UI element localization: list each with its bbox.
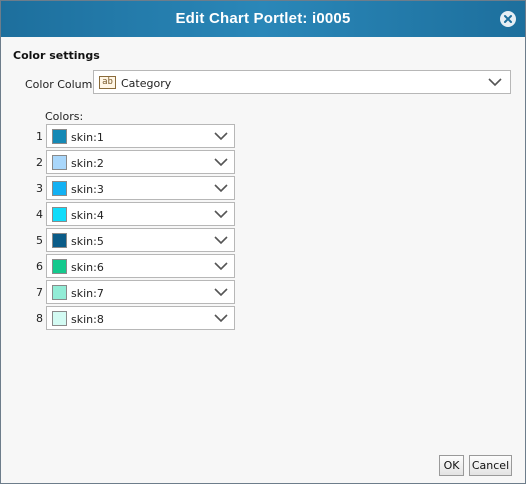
colors-label: Colors:: [45, 110, 84, 123]
edit-chart-portlet-dialog: Edit Chart Portlet: i0005 Color settings…: [0, 0, 526, 484]
ok-button[interactable]: OK: [439, 455, 464, 476]
color-value: skin:7: [71, 287, 104, 300]
color-row-index: 6: [36, 260, 43, 273]
color-row-index: 2: [36, 156, 43, 169]
color-swatch: [52, 233, 67, 248]
color-row: 5 skin:5: [1, 227, 241, 253]
color-column-label: Color Column:: [25, 78, 104, 91]
color-select[interactable]: skin:6: [46, 254, 235, 278]
dialog-title: Edit Chart Portlet: i0005: [175, 10, 351, 27]
color-swatch: [52, 285, 67, 300]
color-row: 1 skin:1: [1, 123, 241, 149]
color-row-index: 4: [36, 208, 43, 221]
chevron-down-icon: [214, 262, 228, 271]
color-column-select[interactable]: ab Category: [93, 70, 511, 94]
color-value: skin:4: [71, 209, 104, 222]
color-value: skin:8: [71, 313, 104, 326]
color-select[interactable]: skin:5: [46, 228, 235, 252]
chevron-down-icon: [214, 184, 228, 193]
color-row-index: 5: [36, 234, 43, 247]
color-value: skin:5: [71, 235, 104, 248]
chevron-down-icon: [214, 210, 228, 219]
cancel-button[interactable]: Cancel: [469, 455, 512, 476]
chevron-down-icon: [214, 132, 228, 141]
color-swatch: [52, 311, 67, 326]
color-row-index: 3: [36, 182, 43, 195]
chevron-down-icon: [214, 288, 228, 297]
color-row-index: 8: [36, 312, 43, 325]
color-row-index: 1: [36, 130, 43, 143]
color-swatch: [52, 155, 67, 170]
color-value: skin:2: [71, 157, 104, 170]
color-select[interactable]: skin:8: [46, 306, 235, 330]
color-select[interactable]: skin:3: [46, 176, 235, 200]
close-icon[interactable]: [500, 11, 516, 27]
color-select[interactable]: skin:7: [46, 280, 235, 304]
color-value: skin:6: [71, 261, 104, 274]
color-row: 7 skin:7: [1, 279, 241, 305]
dialog-body: Color settings Color Column: ab Category…: [1, 37, 525, 483]
color-row: 3 skin:3: [1, 175, 241, 201]
color-select[interactable]: skin:2: [46, 150, 235, 174]
color-swatch: [52, 207, 67, 222]
chevron-down-icon: [214, 314, 228, 323]
color-row: 8 skin:8: [1, 305, 241, 331]
color-select[interactable]: skin:4: [46, 202, 235, 226]
color-column-value: Category: [121, 77, 172, 90]
color-row: 4 skin:4: [1, 201, 241, 227]
color-value: skin:3: [71, 183, 104, 196]
color-row: 6 skin:6: [1, 253, 241, 279]
text-type-icon: ab: [99, 76, 116, 89]
color-row-index: 7: [36, 286, 43, 299]
chevron-down-icon: [214, 236, 228, 245]
color-swatch: [52, 129, 67, 144]
section-title: Color settings: [13, 49, 100, 62]
color-swatch: [52, 181, 67, 196]
color-select[interactable]: skin:1: [46, 124, 235, 148]
color-value: skin:1: [71, 131, 104, 144]
color-swatch: [52, 259, 67, 274]
color-row: 2 skin:2: [1, 149, 241, 175]
chevron-down-icon: [488, 78, 502, 87]
chevron-down-icon: [214, 158, 228, 167]
dialog-titlebar[interactable]: Edit Chart Portlet: i0005: [1, 1, 525, 37]
